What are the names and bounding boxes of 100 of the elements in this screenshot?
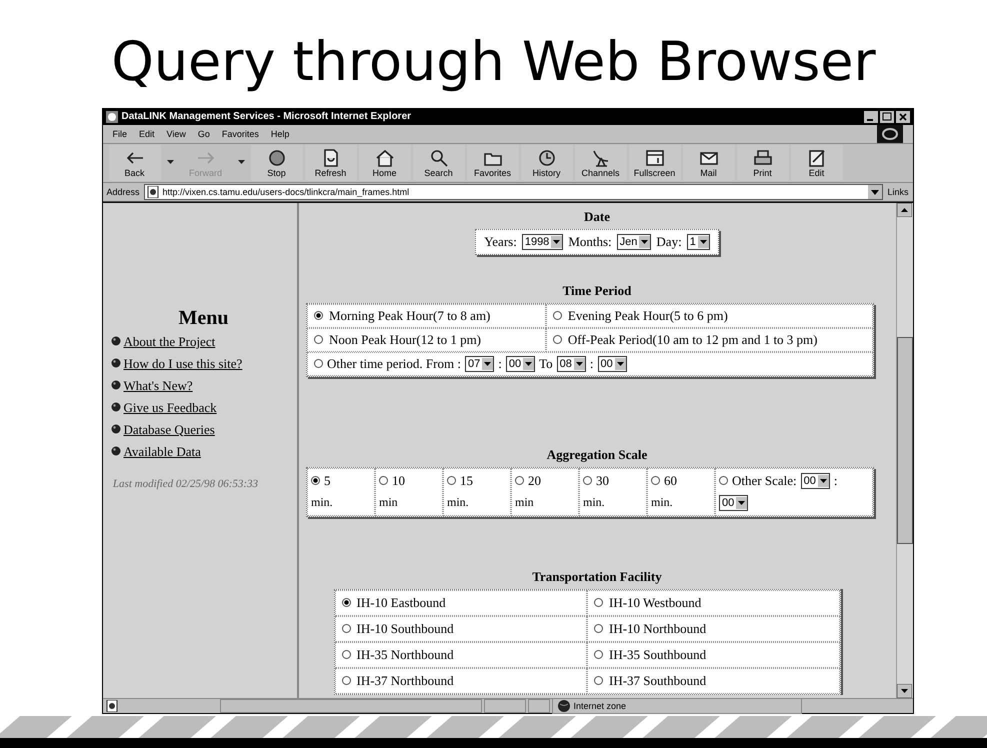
radio-button[interactable] <box>447 476 456 486</box>
radio-button[interactable] <box>594 624 603 634</box>
radio-button[interactable] <box>552 335 562 344</box>
page-icon <box>146 186 159 198</box>
menu-item[interactable]: Go <box>198 128 210 139</box>
unit-label: min. <box>583 494 606 510</box>
option-label: Off-Peak Period(10 am to 12 pm and 1 to 3 pm) <box>568 332 818 348</box>
links-button[interactable]: Links <box>887 186 908 197</box>
select-field[interactable]: Jen <box>616 234 652 250</box>
menu-item[interactable]: Favorites <box>222 128 259 139</box>
radio-button[interactable] <box>583 476 592 486</box>
select-field[interactable]: 1 <box>686 234 710 250</box>
option-value: 20 <box>528 472 541 489</box>
radio-button[interactable] <box>314 335 323 344</box>
radio-button[interactable] <box>379 476 388 486</box>
option-value: 60 <box>664 472 677 489</box>
radio-button[interactable] <box>342 598 350 608</box>
toolbar-button[interactable]: Refresh <box>304 144 356 181</box>
menu-link[interactable]: Give us Feedback <box>124 400 217 416</box>
radio-button[interactable] <box>314 311 323 320</box>
radio-button[interactable] <box>651 476 660 486</box>
select-field[interactable]: 08 <box>556 356 586 372</box>
bullet-icon <box>110 424 120 434</box>
dropdown-button[interactable] <box>868 184 882 199</box>
menu-link[interactable]: About the Project <box>124 334 216 350</box>
menu-link[interactable]: Available Data <box>124 444 201 460</box>
bullet-icon <box>110 336 120 346</box>
separator-text: : <box>590 356 594 372</box>
printer-icon <box>752 148 774 168</box>
address-field[interactable]: http://vixen.cs.tamu.edu/users-docs/tlinkcra/main_frames.html <box>144 184 884 200</box>
toolbar-button[interactable]: Channels <box>574 144 626 181</box>
field-label: Day: <box>656 234 682 250</box>
address-label: Address <box>106 186 140 197</box>
toolbar-button[interactable]: Stop <box>250 144 302 181</box>
scroll-thumb[interactable] <box>896 336 912 544</box>
option-label: IH-10 Westbound <box>609 594 702 611</box>
toolbar-button[interactable]: Print <box>736 144 788 181</box>
select-field[interactable]: 00 <box>598 356 627 372</box>
scroll-up-button[interactable] <box>896 202 912 217</box>
maximize-button[interactable] <box>880 110 894 123</box>
menu-link[interactable]: How do I use this site? <box>124 356 242 372</box>
toolbar-button[interactable]: Mail <box>682 144 734 181</box>
toolbar-button[interactable]: Favorites <box>466 144 518 181</box>
option-label: IH-37 Southbound <box>609 672 706 689</box>
zone-label: Internet zone <box>574 701 626 711</box>
toolbar-button[interactable]: Home <box>358 144 410 181</box>
option-label: IH-35 Northbound <box>356 646 454 663</box>
menu-item[interactable]: Edit <box>139 128 155 139</box>
bullet-icon <box>110 402 120 412</box>
throbber-icon <box>876 124 902 143</box>
radio-button[interactable] <box>719 476 728 486</box>
toolbar-button[interactable]: Back <box>108 144 160 181</box>
scrollbar[interactable] <box>896 202 912 698</box>
option-label: Other time period. From : <box>327 356 461 372</box>
toolbar-button[interactable]: Edit <box>790 144 842 181</box>
option-label: Other Scale: <box>732 472 797 489</box>
menu-link[interactable]: What's New? <box>124 378 193 394</box>
minimize-button[interactable] <box>864 110 878 123</box>
select-field[interactable]: 00 <box>800 472 830 489</box>
option-label: Evening Peak Hour(5 to 6 pm) <box>568 308 728 324</box>
option-label: IH-10 Eastbound <box>356 594 446 611</box>
menu-link[interactable]: Database Queries <box>124 422 215 438</box>
field-label: Months: <box>568 234 612 250</box>
bullet-icon <box>110 358 120 368</box>
close-button[interactable] <box>896 110 910 123</box>
select-field[interactable]: 00 <box>506 356 536 372</box>
menu-heading: Menu <box>178 306 230 330</box>
radio-button[interactable] <box>314 359 323 368</box>
unit-label: min. <box>311 494 334 510</box>
radio-button[interactable] <box>594 676 603 686</box>
toolbar-button[interactable]: Search <box>412 144 464 181</box>
radio-button[interactable] <box>552 311 562 320</box>
option-value: 15 <box>460 472 473 489</box>
select-field[interactable]: 07 <box>464 356 494 372</box>
last-modified-note: Last modified 02/25/98 06:53:33 <box>112 478 260 490</box>
field-label: Years: <box>484 234 517 250</box>
radio-button[interactable] <box>594 650 603 660</box>
bullet-icon <box>110 446 120 456</box>
option-label: IH-37 Northbound <box>356 672 454 689</box>
radio-button[interactable] <box>342 650 350 660</box>
toolbar-button[interactable]: History <box>520 144 572 181</box>
select-field[interactable]: 00 <box>719 494 748 511</box>
radio-button[interactable] <box>342 676 350 686</box>
unit-label: min <box>379 494 399 510</box>
option-label: IH-10 Northbound <box>609 620 706 637</box>
menu-item[interactable]: View <box>166 128 186 139</box>
radio-button[interactable] <box>311 476 320 486</box>
menu-item[interactable]: File <box>112 128 128 139</box>
scroll-down-button[interactable] <box>896 684 912 698</box>
option-label: IH-35 Southbound <box>609 646 706 663</box>
dropdown-icon <box>639 236 650 248</box>
toolbar-button[interactable]: Fullscreen <box>628 144 680 181</box>
unit-label: min. <box>447 494 470 510</box>
radio-button[interactable] <box>515 476 524 486</box>
radio-button[interactable] <box>594 598 603 608</box>
caret-icon[interactable] <box>166 160 174 166</box>
select-field[interactable]: 1998 <box>522 234 564 250</box>
radio-button[interactable] <box>342 624 350 634</box>
section-heading: Aggregation Scale <box>546 446 648 463</box>
menu-item[interactable]: Help <box>270 128 290 139</box>
